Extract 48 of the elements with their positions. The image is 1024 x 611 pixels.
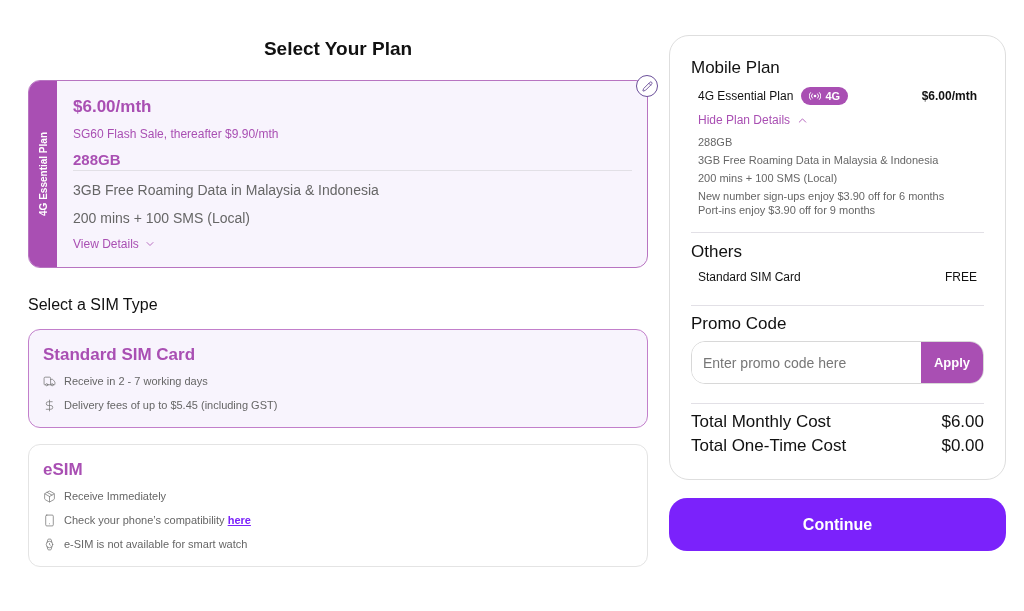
page-title: Select Your Plan xyxy=(262,37,414,61)
line-item-label: Standard SIM Card xyxy=(698,269,801,285)
apply-button[interactable]: Apply xyxy=(921,342,983,383)
plan-side-label: 4G Essential Plan xyxy=(37,132,49,216)
watch-icon xyxy=(43,537,56,551)
plan-price: $6.00/mth xyxy=(73,96,153,118)
package-icon xyxy=(43,489,56,503)
view-details-link[interactable]: View Details xyxy=(73,236,156,252)
plan-price: $6.00/mth xyxy=(921,88,977,104)
plan-detail-text: 200 mins + 100 SMS (Local) xyxy=(698,171,839,186)
hide-plan-details-link[interactable]: Hide Plan Details xyxy=(698,112,810,128)
summary-heading: Others xyxy=(691,241,744,263)
plan-feature: 3GB Free Roaming Data in Malaysia & Indonesia xyxy=(73,181,380,200)
sim-option-title: eSIM xyxy=(43,459,84,481)
edit-button[interactable] xyxy=(636,75,658,97)
summary-heading: Mobile Plan xyxy=(691,57,781,79)
plan-data-allowance: 288GB xyxy=(73,150,122,170)
signal-icon xyxy=(809,92,822,100)
promo-code-field[interactable]: Enter promo code here Apply xyxy=(691,341,984,384)
plan-promo-note: New number sign-ups enjoy $3.90 off for 6 months xyxy=(698,189,946,203)
pencil-icon xyxy=(641,80,653,92)
sim-option-detail: Delivery fees of up to $5.45 (including GST) xyxy=(64,398,278,413)
network-badge: 4G xyxy=(801,87,849,105)
plan-feature: 200 mins + 100 SMS (Local) xyxy=(73,209,252,228)
here-link[interactable]: here xyxy=(227,514,251,526)
plan-promo-text: SG60 Flash Sale, thereafter $9.90/mth xyxy=(73,126,280,142)
summary-heading: Promo Code xyxy=(691,313,788,335)
total-label: Total One-Time Cost xyxy=(691,435,847,457)
plan-detail-text: 288GB xyxy=(698,135,734,150)
sim-option-card[interactable]: eSIM Receive Immediately Check your phone’s compatibility here e-SIM is not available for smart watch xyxy=(28,444,648,567)
plan-detail-text: 3GB Free Roaming Data in Malaysia & Indonesia xyxy=(698,153,940,168)
sim-option-detail: Check your phone’s compatibility here xyxy=(64,513,251,528)
line-item-value: FREE xyxy=(945,269,977,285)
truck-icon xyxy=(43,374,56,388)
sim-option-detail: e-SIM is not available for smart watch xyxy=(64,537,248,552)
plan-name: 4G Essential Plan xyxy=(698,88,794,104)
section-title: Select a SIM Type xyxy=(28,295,159,315)
total-value: $6.00 xyxy=(941,411,984,433)
continue-button[interactable]: Continue xyxy=(669,498,1006,551)
sim-option-detail: Receive in 2 - 7 working days xyxy=(64,374,208,389)
dollar-icon xyxy=(43,398,56,412)
sim-option-detail: Receive Immediately xyxy=(64,489,167,504)
sim-option-title: Standard SIM Card xyxy=(43,344,197,366)
phone-icon xyxy=(43,513,56,527)
plan-promo-note: Port-ins enjoy $3.90 off for 9 months xyxy=(698,203,877,217)
total-value: $0.00 xyxy=(941,435,984,457)
sim-option-card[interactable]: Standard SIM Card Receive in 2 - 7 working days Delivery fees of up to $5.45 (including GST) xyxy=(28,329,648,428)
total-label: Total Monthly Cost xyxy=(691,411,831,433)
